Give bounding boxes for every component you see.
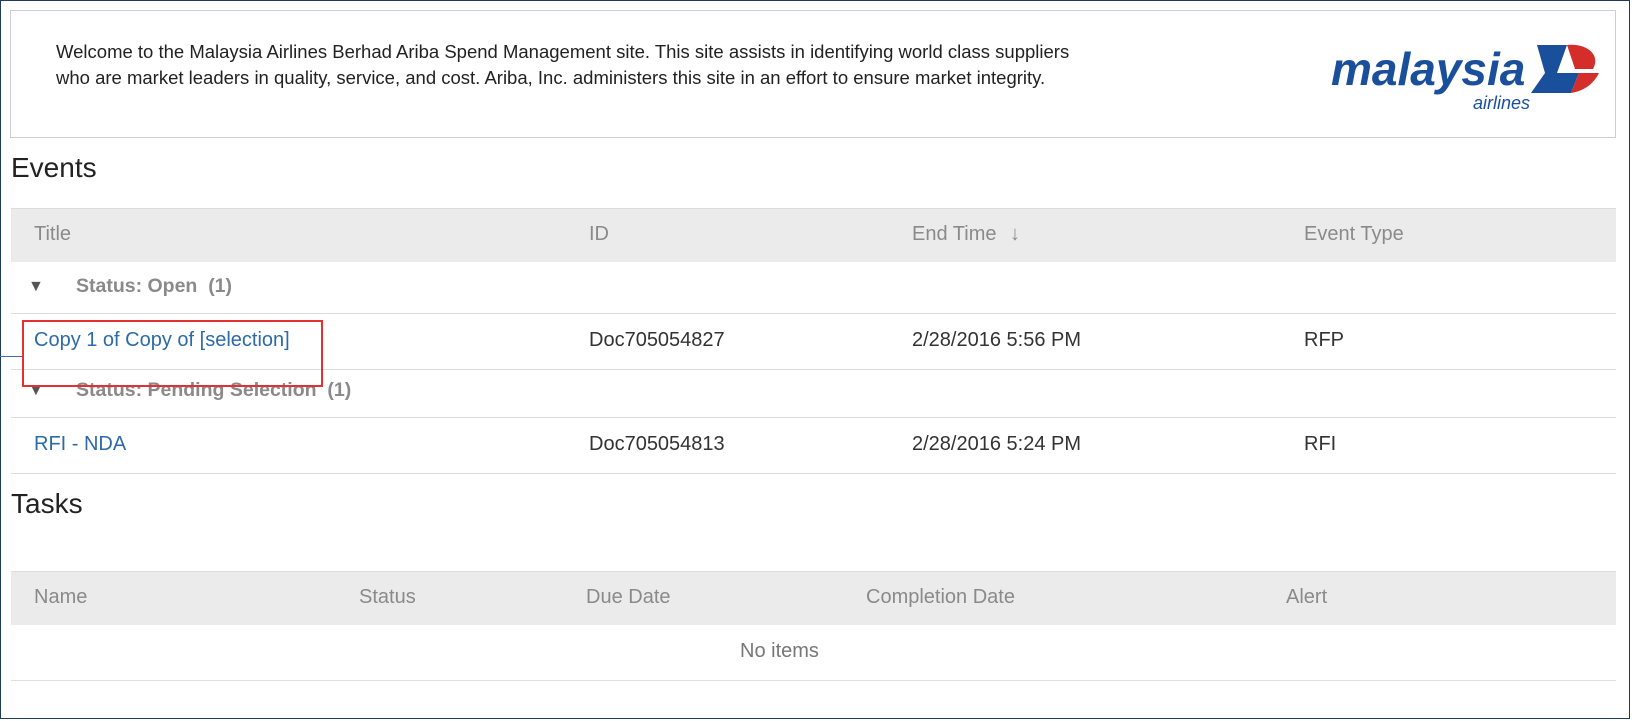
- logo-wordmark: malaysia: [1331, 43, 1525, 95]
- column-header-due-date[interactable]: Due Date: [586, 586, 671, 609]
- group-row-open[interactable]: ▼ Status: Open (1): [11, 262, 1616, 314]
- column-header-end-time[interactable]: End Time ↓: [912, 223, 1020, 246]
- arrow-down-icon: ↓: [1010, 223, 1021, 245]
- event-title-link[interactable]: RFI - NDA: [34, 433, 126, 456]
- collapse-triangle-icon[interactable]: ▼: [28, 278, 44, 296]
- group-label-open: Status: Open (1): [76, 275, 233, 297]
- welcome-text: Welcome to the Malaysia Airlines Berhad …: [56, 39, 1286, 91]
- tasks-empty-row: No items: [11, 625, 1616, 681]
- column-header-alert[interactable]: Alert: [1286, 586, 1327, 609]
- table-row: RFI - NDA Doc705054813 2/28/2016 5:24 PM…: [11, 418, 1616, 474]
- welcome-line-2: who are market leaders in quality, servi…: [56, 67, 1046, 88]
- column-header-completion-date[interactable]: Completion Date: [866, 586, 1015, 609]
- malaysia-airlines-logo: malaysia airlines: [1331, 37, 1611, 119]
- event-type: RFP: [1304, 329, 1344, 351]
- end-time-label: End Time: [912, 223, 997, 245]
- event-type: RFI: [1304, 433, 1337, 455]
- column-header-status[interactable]: Status: [359, 586, 416, 609]
- event-id: Doc705054827: [589, 329, 725, 351]
- welcome-banner: Welcome to the Malaysia Airlines Berhad …: [10, 10, 1616, 138]
- event-id: Doc705054813: [589, 433, 725, 455]
- column-header-event-type[interactable]: Event Type: [1304, 223, 1404, 246]
- column-header-title[interactable]: Title: [34, 223, 71, 246]
- welcome-line-1: Welcome to the Malaysia Airlines Berhad …: [56, 41, 1070, 62]
- empty-state-text: No items: [740, 640, 819, 662]
- event-end-time: 2/28/2016 5:24 PM: [912, 433, 1082, 455]
- column-header-id[interactable]: ID: [589, 223, 609, 246]
- tasks-section-title: Tasks: [11, 488, 83, 519]
- tasks-table-header: Name Status Due Date Completion Date Ale…: [11, 571, 1616, 625]
- column-header-name[interactable]: Name: [34, 586, 87, 609]
- logo-subtext: airlines: [1473, 93, 1530, 113]
- event-end-time: 2/28/2016 5:56 PM: [912, 329, 1082, 351]
- events-table-header: Title ID End Time ↓ Event Type: [11, 208, 1616, 262]
- kite-emblem-icon: [1531, 44, 1599, 93]
- events-section-title: Events: [11, 152, 97, 183]
- highlight-box: [22, 320, 323, 387]
